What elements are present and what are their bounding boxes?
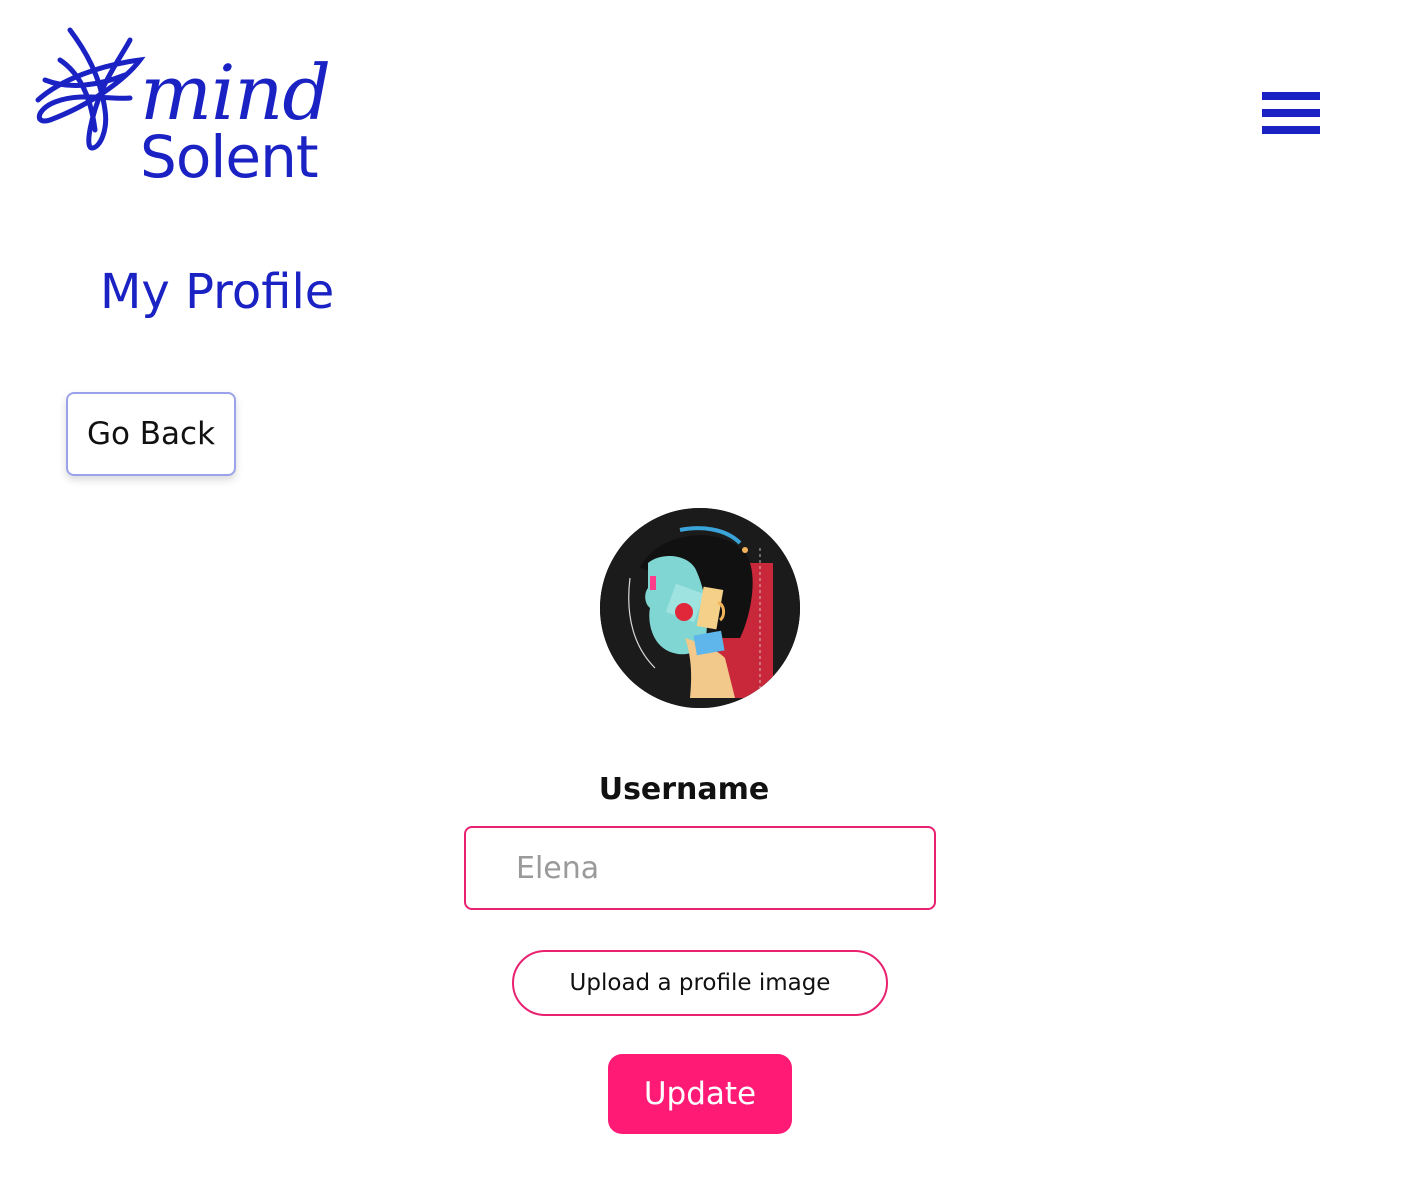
mind-solent-logo[interactable]: mind Solent (30, 20, 350, 195)
go-back-button[interactable]: Go Back (66, 392, 236, 476)
username-label: Username (598, 772, 770, 807)
page-title: My Profile (100, 264, 335, 320)
mind-scribble-logo-icon (35, 27, 146, 151)
logo-mind-text: mind (140, 48, 331, 137)
menu-bar (1262, 126, 1320, 134)
username-input[interactable] (464, 826, 936, 910)
update-button[interactable]: Update (608, 1054, 792, 1134)
profile-avatar (600, 508, 800, 708)
menu-bar (1262, 109, 1320, 117)
hamburger-menu-icon[interactable] (1262, 92, 1320, 136)
menu-bar (1262, 92, 1320, 100)
profile-avatar-illustration (600, 508, 800, 708)
upload-profile-image-button[interactable]: Upload a profile image (512, 950, 888, 1016)
profile-page: mind Solent My Profile Go Back Username … (0, 0, 1402, 1200)
logo-solent-text: Solent (140, 123, 319, 191)
